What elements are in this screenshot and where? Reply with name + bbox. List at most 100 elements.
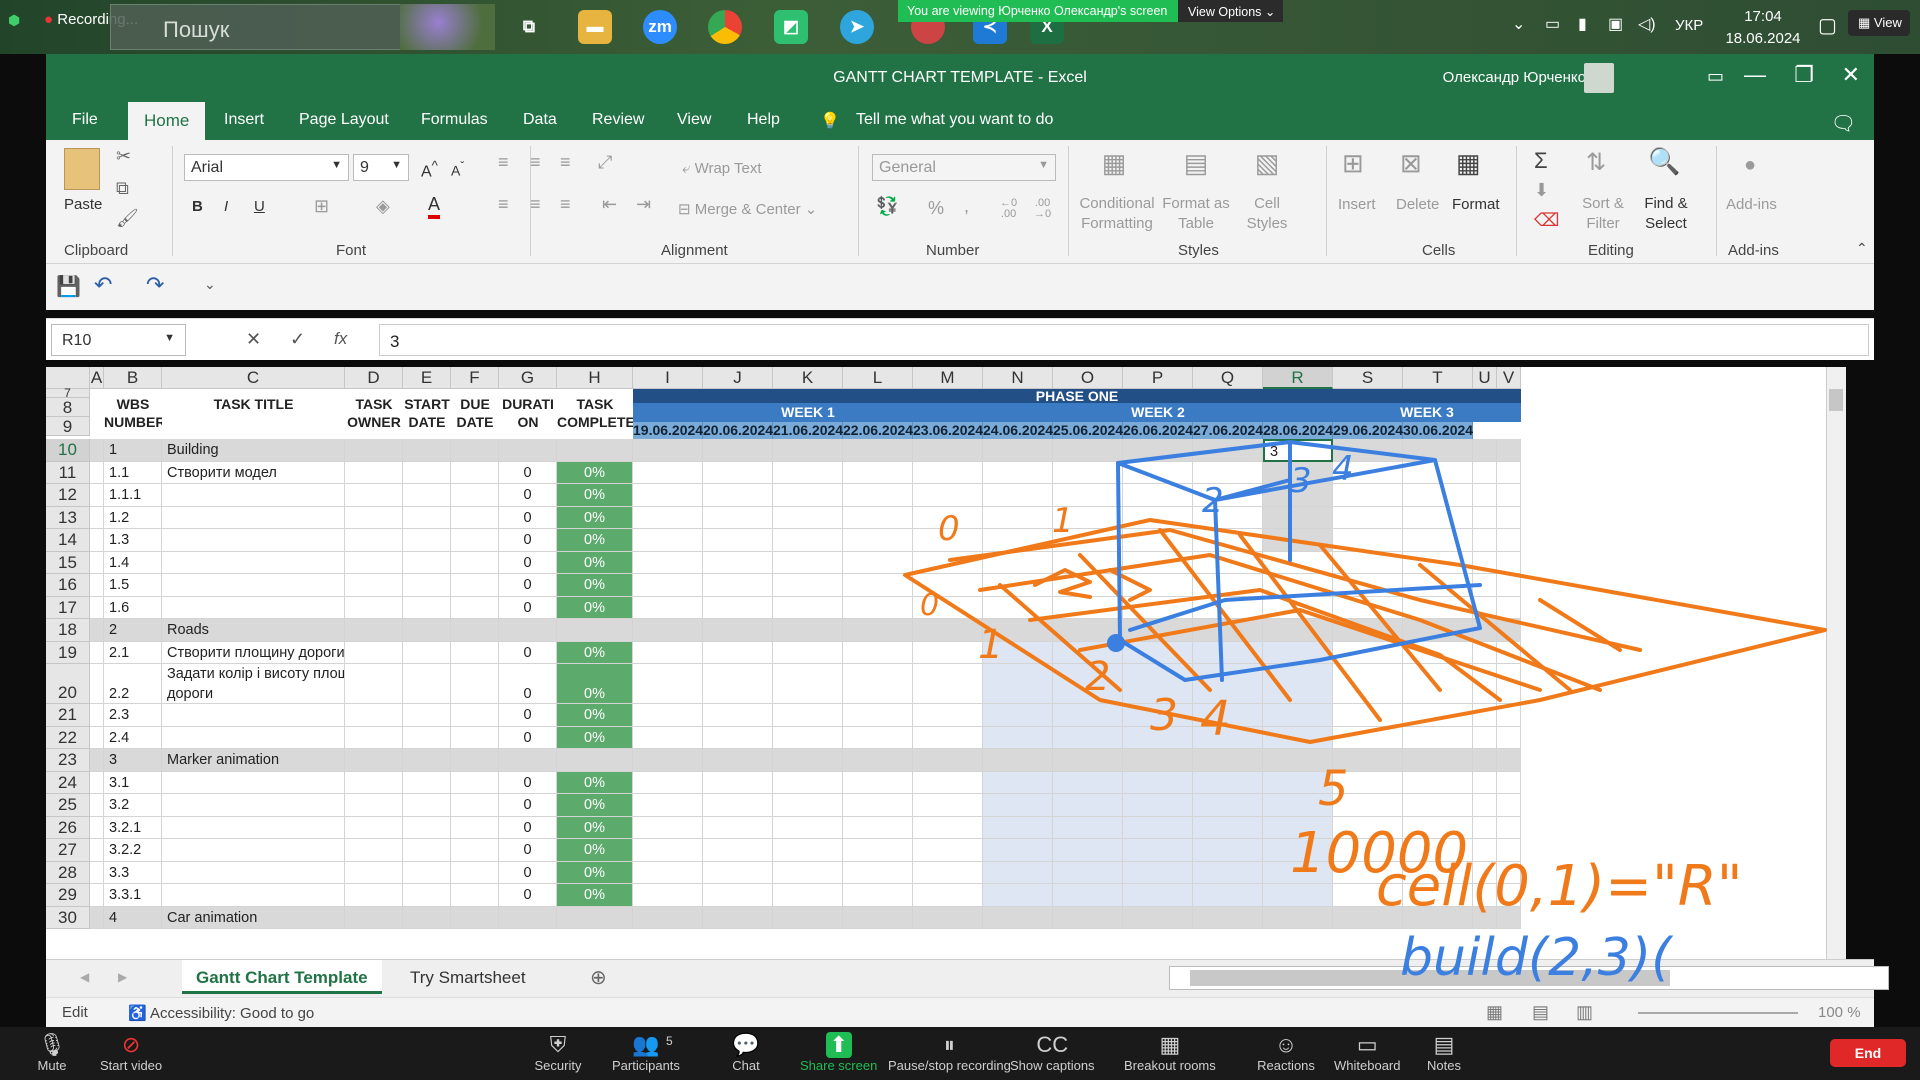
grid-cell[interactable] bbox=[773, 816, 843, 839]
cell-styles-icon[interactable]: ▧ bbox=[1242, 148, 1292, 179]
grid-cell[interactable] bbox=[983, 794, 1053, 817]
grid-cell[interactable] bbox=[913, 861, 983, 884]
copy-icon[interactable]: ⧉ bbox=[116, 178, 129, 199]
grid-cell[interactable] bbox=[703, 749, 773, 772]
increase-indent-icon[interactable]: ⇥ bbox=[636, 194, 651, 215]
grid-cell[interactable] bbox=[1333, 771, 1403, 794]
grid-cell[interactable] bbox=[403, 551, 451, 574]
wbs-cell[interactable]: 2.2 bbox=[104, 664, 162, 704]
grid-cell[interactable] bbox=[90, 484, 104, 507]
redo-icon[interactable]: ↷ bbox=[146, 272, 164, 298]
merge-center-button[interactable]: ⊟ Merge & Center ⌄ bbox=[678, 200, 817, 218]
complete-cell[interactable] bbox=[557, 906, 633, 929]
grid-cell[interactable] bbox=[983, 664, 1053, 704]
wbs-cell[interactable]: 1.1.1 bbox=[104, 484, 162, 507]
grid-cell[interactable] bbox=[1473, 704, 1497, 727]
grid-cell[interactable] bbox=[403, 906, 451, 929]
tab-home[interactable]: Home bbox=[128, 102, 206, 140]
grid-cell[interactable] bbox=[1333, 439, 1403, 462]
wbs-cell[interactable]: 2 bbox=[104, 619, 162, 642]
grid-cell[interactable] bbox=[843, 574, 913, 597]
customize-qat-icon[interactable]: ⌄ bbox=[204, 276, 216, 293]
align-bottom-icon[interactable]: ≡ bbox=[560, 152, 571, 173]
cut-icon[interactable]: ✂ bbox=[116, 146, 131, 167]
grid-cell[interactable] bbox=[1123, 771, 1193, 794]
format-as-table-icon[interactable]: ▤ bbox=[1166, 148, 1226, 179]
grid-cell[interactable] bbox=[1473, 551, 1497, 574]
row-header[interactable]: 7 bbox=[46, 387, 90, 399]
grid-cell[interactable] bbox=[1497, 506, 1521, 529]
grid-cell[interactable] bbox=[1053, 619, 1123, 642]
wbs-cell[interactable]: 1.1 bbox=[104, 461, 162, 484]
grid-cell[interactable] bbox=[633, 619, 703, 642]
task-title-cell[interactable] bbox=[162, 794, 345, 817]
grid-cell[interactable] bbox=[1263, 506, 1333, 529]
font-size-select[interactable]: 9 ▼ bbox=[353, 154, 409, 181]
complete-cell[interactable]: 0% bbox=[557, 816, 633, 839]
grid-cell[interactable] bbox=[1053, 906, 1123, 929]
grid-cell[interactable] bbox=[345, 749, 403, 772]
task-title-cell[interactable] bbox=[162, 596, 345, 619]
pause-stop-recording-button[interactable]: ⏸ Pause/stop recording bbox=[888, 1032, 1011, 1073]
grid-cell[interactable] bbox=[403, 574, 451, 597]
grid-cell[interactable] bbox=[1333, 551, 1403, 574]
grid-cell[interactable] bbox=[403, 596, 451, 619]
grid-cell[interactable] bbox=[345, 641, 403, 664]
task-title-cell[interactable] bbox=[162, 771, 345, 794]
duration-cell[interactable]: 0 bbox=[499, 484, 557, 507]
grid-cell[interactable] bbox=[1263, 726, 1333, 749]
grid-cell[interactable] bbox=[913, 906, 983, 929]
grid-cell[interactable] bbox=[633, 506, 703, 529]
collapse-ribbon-icon[interactable]: ⌃ bbox=[1856, 240, 1868, 257]
grid-cell[interactable] bbox=[633, 461, 703, 484]
grid-cell[interactable] bbox=[1263, 596, 1333, 619]
grid-cell[interactable] bbox=[773, 794, 843, 817]
row-header[interactable]: 25 bbox=[46, 794, 90, 817]
grid-cell[interactable] bbox=[1403, 726, 1473, 749]
column-header[interactable]: P bbox=[1123, 367, 1193, 389]
grid-cell[interactable] bbox=[633, 704, 703, 727]
complete-cell[interactable]: 0% bbox=[557, 551, 633, 574]
wbs-cell[interactable]: 3.2 bbox=[104, 794, 162, 817]
normal-view-icon[interactable]: ▦ bbox=[1486, 1002, 1503, 1023]
grid-cell[interactable] bbox=[1333, 596, 1403, 619]
grid-cell[interactable] bbox=[1403, 596, 1473, 619]
grid-cell[interactable] bbox=[451, 906, 499, 929]
prev-sheet-icon[interactable]: ◀ bbox=[80, 970, 89, 984]
grid-cell[interactable] bbox=[703, 704, 773, 727]
grid-cell[interactable] bbox=[843, 461, 913, 484]
chat-button[interactable]: 💬 Chat bbox=[716, 1032, 776, 1073]
delete-cells-icon[interactable]: ⊠ bbox=[1400, 148, 1422, 179]
add-ins-icon[interactable]: ● bbox=[1744, 154, 1756, 177]
grid-cell[interactable] bbox=[773, 726, 843, 749]
accessibility-status[interactable]: ♿ Accessibility: Good to go bbox=[128, 1004, 314, 1022]
grid-cell[interactable] bbox=[451, 704, 499, 727]
duration-cell[interactable]: 0 bbox=[499, 506, 557, 529]
grid-cell[interactable] bbox=[913, 596, 983, 619]
grid-cell[interactable] bbox=[983, 574, 1053, 597]
grid-cell[interactable] bbox=[451, 596, 499, 619]
grid-cell[interactable] bbox=[345, 704, 403, 727]
next-sheet-icon[interactable]: ▶ bbox=[118, 970, 127, 984]
duration-cell[interactable] bbox=[499, 439, 557, 462]
wbs-cell[interactable]: 3.3 bbox=[104, 861, 162, 884]
grid-cell[interactable] bbox=[1473, 749, 1497, 772]
grid-cell[interactable] bbox=[90, 641, 104, 664]
sheet-tab-smartsheet[interactable]: Try Smartsheet bbox=[410, 968, 526, 988]
minimize-icon[interactable]: — bbox=[1744, 62, 1766, 88]
grid-cell[interactable] bbox=[1123, 551, 1193, 574]
grid-cell[interactable] bbox=[1053, 596, 1123, 619]
grid-cell[interactable] bbox=[703, 619, 773, 642]
tab-page-layout[interactable]: Page Layout bbox=[299, 111, 389, 129]
grid-cell[interactable] bbox=[1333, 816, 1403, 839]
complete-cell[interactable] bbox=[557, 619, 633, 642]
grid-cell[interactable] bbox=[403, 664, 451, 704]
duration-cell[interactable]: 0 bbox=[499, 596, 557, 619]
grid-cell[interactable] bbox=[1123, 506, 1193, 529]
grid-cell[interactable] bbox=[983, 529, 1053, 552]
grid-cell[interactable] bbox=[1193, 749, 1263, 772]
column-header[interactable]: D bbox=[345, 367, 403, 389]
grid-cell[interactable] bbox=[403, 641, 451, 664]
chrome-icon[interactable] bbox=[708, 10, 742, 44]
column-header[interactable]: C bbox=[162, 367, 345, 389]
